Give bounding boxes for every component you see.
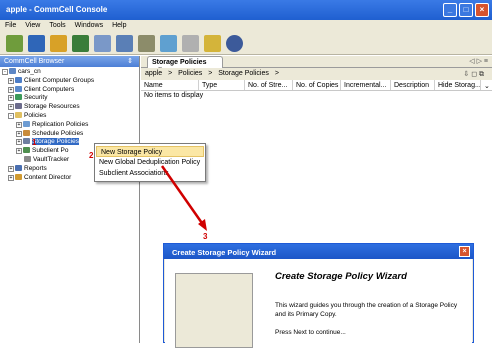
menu-new-global-dedup-policy[interactable]: New Global Deduplication Policy (95, 157, 205, 168)
tab-storage-policies[interactable]: Storage Policies × (147, 56, 223, 73)
tree-item-cars-cn[interactable]: - cars_cn (2, 68, 137, 77)
wizard-close-button[interactable]: × (459, 246, 470, 257)
menu-subclient-associations[interactable]: Subclient Associations (95, 168, 205, 179)
tree-item-schedule-policies[interactable]: + Schedule Policies (2, 129, 137, 139)
wizard-dialog: Create Storage Policy Wizard × Create St… (163, 243, 474, 348)
toolbar-banner (382, 32, 492, 54)
expand-icon[interactable]: + (8, 104, 14, 111)
tab-nav-controls[interactable]: ◁ ▷ ≡ (469, 57, 488, 65)
alerts-icon[interactable] (94, 35, 111, 52)
breadcrumb-apple[interactable]: apple (145, 70, 162, 77)
breadcrumb-sep: > (274, 70, 279, 77)
schedule-icon (23, 129, 30, 136)
content-director-icon (15, 173, 22, 180)
wizard-titlebar: Create Storage Policy Wizard × (164, 244, 473, 259)
commcell-icon (9, 68, 16, 74)
menu-view[interactable]: View (25, 22, 40, 30)
menu-file[interactable]: File (5, 22, 16, 30)
empty-message: No items to display (144, 92, 204, 99)
expand-icon[interactable]: + (8, 77, 14, 84)
menu-windows[interactable]: Windows (75, 22, 103, 30)
col-streams[interactable]: No. of Stre... (245, 80, 293, 90)
vaulttracker-icon (24, 155, 31, 162)
reports-icon (15, 164, 22, 171)
menu-new-storage-policy[interactable]: New Storage Policy (96, 146, 204, 157)
col-hide-storage[interactable]: Hide Storag... (435, 80, 481, 90)
column-headers: Name Type No. of Stre... No. of Copies I… (141, 80, 492, 91)
expand-icon[interactable]: + (8, 95, 14, 102)
maximize-button[interactable]: □ (459, 3, 473, 17)
breadcrumb-sep: > (208, 70, 213, 77)
step-1-marker: 1 (32, 138, 37, 147)
vaulttracker-icon[interactable] (160, 35, 177, 52)
commcell-icon[interactable] (6, 35, 23, 52)
expand-icon[interactable]: + (16, 148, 22, 155)
column-chooser-icon[interactable]: ⌄ (481, 80, 492, 90)
storage-policy-icon (23, 138, 30, 145)
expand-icon[interactable]: + (16, 121, 22, 128)
collapse-icon[interactable]: - (2, 69, 8, 75)
subclient-icon (23, 147, 30, 154)
wizard-heading: Create Storage Policy Wizard (275, 271, 407, 282)
security-icon (15, 94, 22, 101)
tab-strip: Storage Policies × ◁ ▷ ≡ (141, 56, 492, 73)
menu-help[interactable]: Help (112, 22, 126, 30)
tree-item-policies[interactable]: - Policies (2, 111, 137, 121)
toolbar (0, 32, 492, 55)
tree-item-client-computers[interactable]: + Client Computers (2, 85, 137, 95)
col-type[interactable]: Type (199, 80, 245, 90)
wizard-side-panel (175, 273, 253, 348)
tree-item-replication-policies[interactable]: + Replication Policies (2, 120, 137, 130)
col-copies[interactable]: No. of Copies (293, 80, 341, 90)
expand-icon[interactable]: + (8, 165, 14, 172)
computer-icon (15, 85, 22, 92)
menu-tools[interactable]: Tools (49, 22, 65, 30)
expand-icon[interactable]: + (16, 130, 22, 137)
commcell-browser-panel: CommCell Browser ⇕ - cars_cn + Client Comp… (0, 56, 140, 343)
window-controls: _ □ × (443, 3, 489, 17)
menubar: File View Tools Windows Help (0, 20, 492, 32)
breadcrumb-policies[interactable]: Policies (178, 70, 202, 77)
storage-icon (15, 103, 22, 110)
collapse-icon[interactable]: - (8, 112, 14, 119)
storage-icon[interactable] (116, 35, 133, 52)
window-titlebar: apple - CommCell Console _ □ × (0, 0, 492, 20)
col-description[interactable]: Description (391, 80, 435, 90)
context-menu: New Storage Policy New Global Deduplicat… (94, 143, 206, 182)
breadcrumb-storage-policies[interactable]: Storage Policies (218, 70, 269, 77)
group-icon (15, 76, 22, 83)
wizard-title: Create Storage Policy Wizard (172, 248, 277, 257)
security-icon[interactable] (204, 35, 221, 52)
pin-icon[interactable]: ⇕ (127, 57, 133, 65)
control-panel-icon[interactable] (28, 35, 45, 52)
view-controls[interactable]: ⇩ ◻ ⧉ (463, 70, 484, 79)
breadcrumb-sep: > (168, 70, 173, 77)
expand-icon[interactable]: + (16, 139, 22, 146)
minimize-button[interactable]: _ (443, 3, 457, 17)
step-3-marker: 3 (203, 232, 208, 241)
close-button[interactable]: × (475, 3, 489, 17)
breadcrumb: apple > Policies > Storage Policies > ⇩ … (141, 68, 492, 80)
expand-icon[interactable]: + (8, 174, 14, 181)
tree-item-client-computer-groups[interactable]: + Client Computer Groups (2, 76, 137, 86)
window-title: apple - CommCell Console (6, 5, 108, 14)
wizard-prompt: Press Next to continue... (275, 329, 346, 336)
job-controller-icon[interactable] (50, 35, 67, 52)
reports-icon[interactable] (138, 35, 155, 52)
wizard-body: Create Storage Policy Wizard This wizard… (165, 259, 472, 348)
help-icon[interactable] (226, 35, 243, 52)
expand-icon[interactable]: + (8, 86, 14, 93)
panel-title: CommCell Browser (4, 58, 65, 65)
col-name[interactable]: Name (141, 80, 199, 90)
tree-item-storage-resources[interactable]: + Storage Resources (2, 103, 137, 112)
col-incremental[interactable]: Incremental... (341, 80, 391, 90)
event-viewer-icon[interactable] (72, 35, 89, 52)
panel-header: CommCell Browser ⇕ (0, 56, 139, 67)
schedule-icon[interactable] (182, 35, 199, 52)
step-2-marker: 2 (89, 151, 94, 160)
replication-icon (23, 120, 30, 127)
wizard-intro: This wizard guides you through the creat… (275, 302, 458, 318)
tree-item-security[interactable]: + Security (2, 94, 137, 103)
policies-icon (15, 111, 22, 118)
